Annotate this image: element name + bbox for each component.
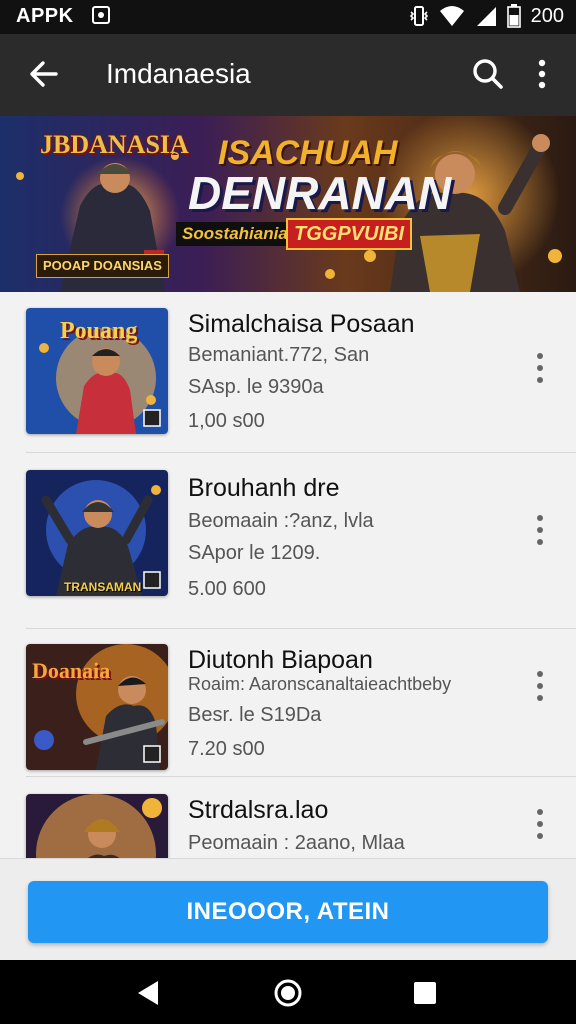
more-vert-icon[interactable] <box>528 350 552 386</box>
status-icons: 200 <box>409 4 564 28</box>
banner-headline: DENRANAN <box>188 167 452 219</box>
thumbnail-title: TRANSAMAN <box>64 580 142 594</box>
more-vert-icon[interactable] <box>528 668 552 704</box>
item-name: Brouhanh dre <box>188 474 340 502</box>
signal-icon <box>476 7 496 26</box>
item-submeta: Besr. le S19Da <box>188 704 322 726</box>
item-name: Strdalsra.lao <box>188 796 329 824</box>
thumbnail-title: Doanaia <box>32 658 111 683</box>
item-price: 7.20 s00 <box>188 738 265 760</box>
square-recent-icon[interactable] <box>408 976 442 1010</box>
item-meta: Roaim: Aaronscanaltaieachtbeby <box>188 674 452 694</box>
banner-logo: JBDANASIA <box>40 130 189 159</box>
bottom-action-panel: INEOOOR, ATEIN <box>0 858 576 961</box>
primary-action-button[interactable]: INEOOOR, ATEIN <box>28 881 548 943</box>
notification-icon <box>92 6 110 24</box>
item-price: 5.00 600 <box>188 578 266 600</box>
more-vert-icon[interactable] <box>528 806 552 842</box>
divider <box>26 776 576 777</box>
item-submeta: SAsp. le 9390a <box>188 376 324 398</box>
item-price: 1,00 s00 <box>188 410 265 432</box>
item-name: Diutonh Biapoan <box>188 646 373 674</box>
promo-banner[interactable]: JBDANASIA ISACHUAH DENRANAN Soostahiania… <box>0 116 576 292</box>
app-bar: Imdanaesia <box>0 34 576 116</box>
circle-home-icon[interactable] <box>271 976 305 1010</box>
more-vert-icon[interactable] <box>528 54 556 94</box>
item-meta: Peomaain : 2aano, Mlaa <box>188 832 405 854</box>
item-submeta: SApor le 1209. <box>188 542 321 564</box>
banner-badge: TGGPVUIBI <box>286 218 413 250</box>
item-meta: Beomaain :?anz, lvla <box>188 510 374 532</box>
item-thumbnail: Doanaia <box>26 644 168 770</box>
item-name: Simalchaisa Posaan <box>188 310 415 338</box>
arrow-back-icon[interactable] <box>24 54 64 94</box>
triangle-back-icon[interactable] <box>132 976 166 1010</box>
item-thumbnail <box>26 794 168 858</box>
banner-subtitle: Soostahianiae <box>176 222 304 246</box>
system-nav-bar <box>0 960 576 1024</box>
more-vert-icon[interactable] <box>528 512 552 548</box>
search-icon[interactable] <box>468 54 508 94</box>
status-carrier: APPK <box>16 5 74 27</box>
item-thumbnail: TRANSAMAN <box>26 470 168 596</box>
game-list: Pouang Simalchaisa Posaan Bemaniant.772,… <box>0 292 576 858</box>
thumbnail-title: Pouang <box>60 318 138 344</box>
item-meta: Bemaniant.772, San <box>188 344 370 366</box>
item-thumbnail: Pouang <box>26 308 168 434</box>
divider <box>26 628 576 629</box>
divider <box>26 452 576 453</box>
vibrate-icon <box>409 6 428 26</box>
status-bar: APPK 200 <box>0 0 576 34</box>
wifi-icon <box>439 6 464 26</box>
battery-icon <box>506 4 521 28</box>
status-time: 200 <box>530 4 564 27</box>
page-title: Imdanaesia <box>106 58 251 89</box>
banner-tag: POOAP DOANSIAS <box>36 254 169 278</box>
